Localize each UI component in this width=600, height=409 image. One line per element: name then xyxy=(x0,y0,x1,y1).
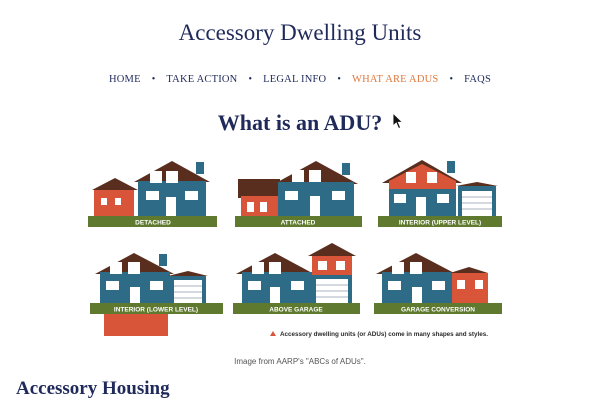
interior-lower-illustration xyxy=(90,253,223,336)
nav-separator: • xyxy=(151,74,156,85)
nav-separator: • xyxy=(337,74,342,85)
garage-conversion-illustration xyxy=(374,253,502,314)
nav-separator: • xyxy=(449,74,454,85)
label-interior-lower: INTERIOR (LOWER LEVEL) xyxy=(114,307,198,314)
adu-types-infographic: DETACHED ATTACHED INTERIOR (UPPER LEVEL)… xyxy=(88,160,502,338)
triangle-icon xyxy=(270,331,276,336)
label-detached: DETACHED xyxy=(135,220,171,227)
nav-legal-info[interactable]: LEGAL INFO xyxy=(261,74,328,85)
mouse-cursor-icon xyxy=(392,112,404,130)
page-heading: What is an ADU? xyxy=(217,110,383,135)
nav-home[interactable]: HOME xyxy=(107,74,143,85)
infographic-legend: Accessory dwelling units (or ADUs) come … xyxy=(280,331,488,338)
label-interior-upper: INTERIOR (UPPER LEVEL) xyxy=(399,220,481,227)
above-garage-illustration xyxy=(233,243,360,314)
label-garage-conversion: GARAGE CONVERSION xyxy=(401,307,475,314)
nav-faqs[interactable]: FAQS xyxy=(462,74,493,85)
label-attached: ATTACHED xyxy=(281,220,316,227)
image-caption: Image from AARP's "ABCs of ADUs". xyxy=(234,357,366,366)
label-above-garage: ABOVE GARAGE xyxy=(269,307,323,314)
nav-take-action[interactable]: TAKE ACTION xyxy=(164,74,239,85)
site-title[interactable]: Accessory Dwelling Units xyxy=(0,20,600,46)
detached-illustration xyxy=(88,161,217,227)
interior-upper-illustration xyxy=(378,160,502,227)
section-heading: Accessory Housing xyxy=(16,378,170,399)
nav-separator: • xyxy=(248,74,253,85)
main-nav: HOME • TAKE ACTION • LEGAL INFO • WHAT A… xyxy=(0,74,600,85)
nav-what-are-adus[interactable]: WHAT ARE ADUS xyxy=(350,74,440,85)
attached-illustration xyxy=(235,161,362,227)
